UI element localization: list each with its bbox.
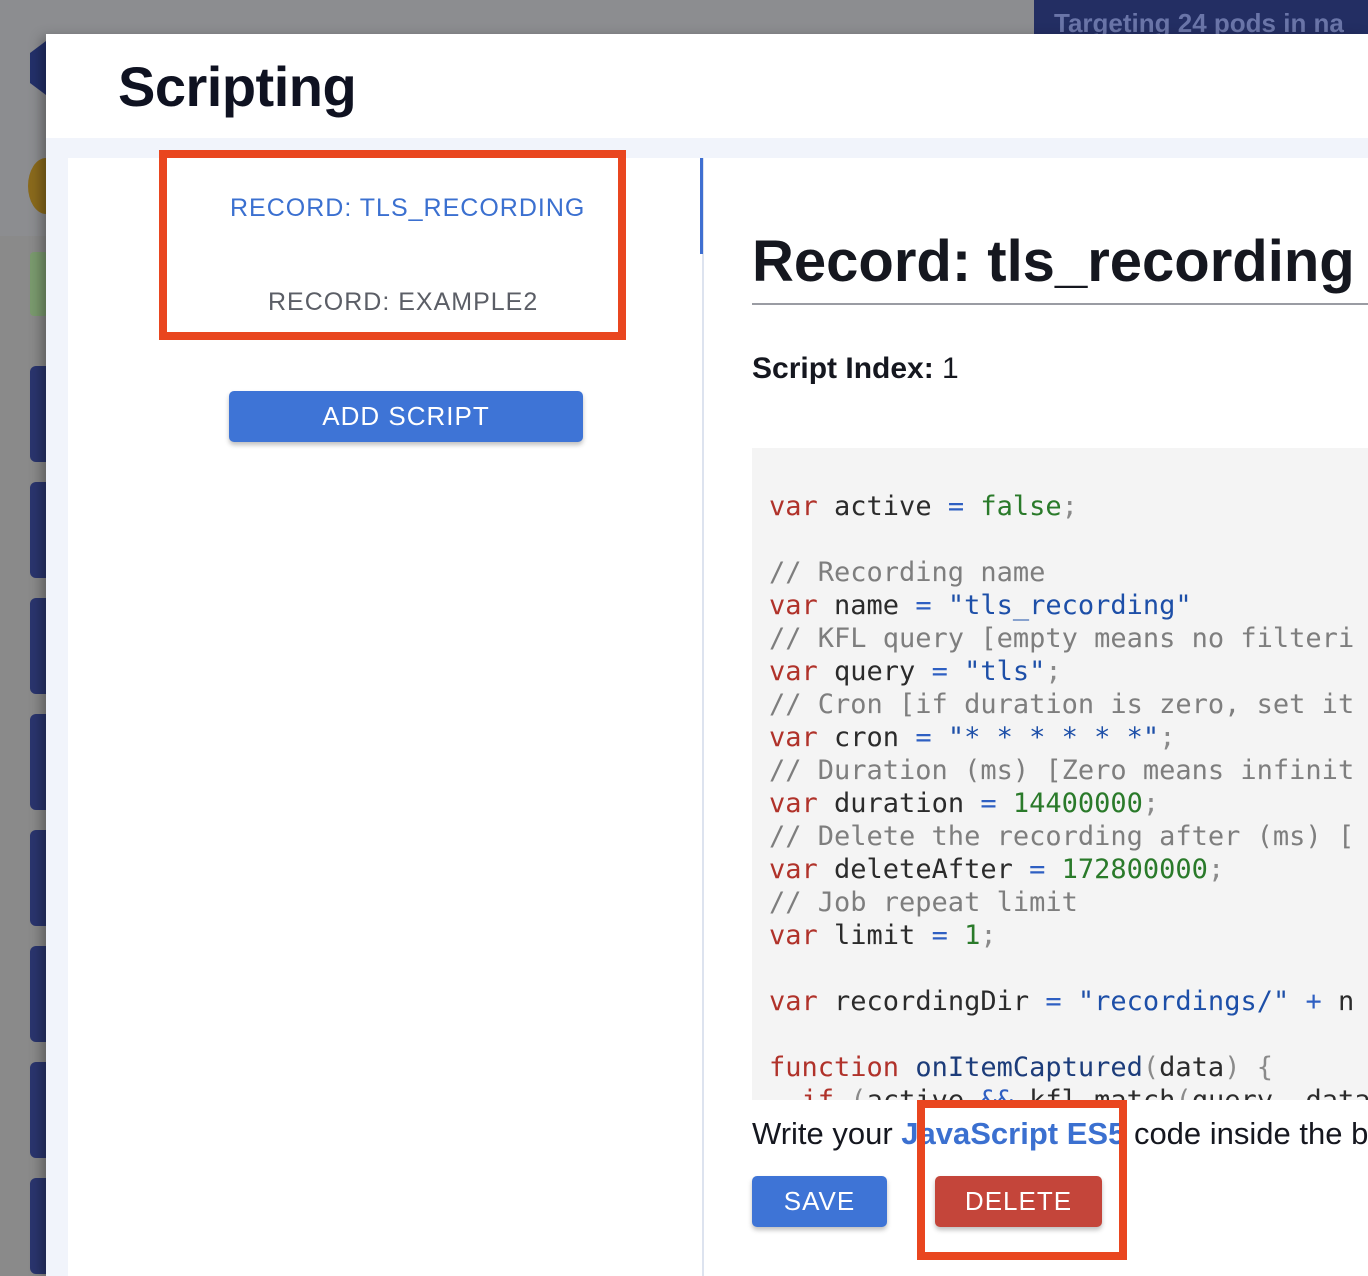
script-title: Record: tls_recording: [752, 229, 1355, 294]
code-line: // KFL query [empty means no filteri: [769, 623, 1355, 654]
script-index: Script Index: 1: [752, 352, 959, 386]
code-line: var limit = 1;: [769, 920, 997, 951]
active-tab-indicator: [700, 158, 703, 254]
code-line: // Cron [if duration is zero, set it: [769, 689, 1355, 720]
delete-button[interactable]: DELETE: [935, 1176, 1102, 1227]
script-tab-example2[interactable]: RECORD: EXAMPLE2: [268, 288, 538, 317]
script-index-value: 1: [942, 352, 959, 385]
help-text: Write your JavaScript ES5 code inside th…: [752, 1116, 1368, 1152]
code-line: // Recording name: [769, 557, 1046, 588]
modal-title: Scripting: [118, 55, 357, 118]
code-editor[interactable]: var active = false; // Recording name var…: [752, 448, 1368, 1100]
code-line: // Delete the recording after (ms) [: [769, 821, 1355, 852]
code-content[interactable]: var active = false; // Recording name var…: [769, 490, 1368, 1100]
save-button[interactable]: SAVE: [752, 1176, 887, 1227]
code-line: // Job repeat limit: [769, 887, 1078, 918]
code-line: // Duration (ms) [Zero means infinit: [769, 755, 1355, 786]
code-line: var deleteAfter = 172800000;: [769, 854, 1225, 885]
script-list-pane: RECORD: TLS_RECORDING RECORD: EXAMPLE2 A…: [68, 158, 702, 1276]
code-line: var duration = 14400000;: [769, 788, 1160, 819]
code-line: var cron = "* * * * * *";: [769, 722, 1176, 753]
title-divider: [752, 303, 1368, 305]
help-prefix: Write your: [752, 1116, 902, 1151]
code-line: var active = false;: [769, 491, 1078, 522]
code-line: var recordingDir = "recordings/" + n: [769, 986, 1355, 1017]
add-script-button[interactable]: ADD SCRIPT: [229, 391, 583, 442]
modal-header: Scripting: [46, 34, 1368, 138]
code-line: var name = "tls_recording": [769, 590, 1192, 621]
javascript-es5-link[interactable]: JavaScript ES5: [901, 1116, 1125, 1151]
script-detail-pane: Record: tls_recording Script Index: 1 va…: [704, 158, 1368, 1276]
scripting-modal: Scripting RECORD: TLS_RECORDING RECORD: …: [46, 34, 1368, 1276]
script-index-label: Script Index:: [752, 352, 934, 385]
script-tab-tls-recording[interactable]: RECORD: TLS_RECORDING: [230, 194, 585, 223]
code-line: var query = "tls";: [769, 656, 1062, 687]
code-line: function onItemCaptured(data) {: [769, 1052, 1273, 1083]
help-suffix: code inside the b: [1125, 1116, 1368, 1151]
code-line: if (active && kfl.match(query, data: [769, 1084, 1368, 1100]
